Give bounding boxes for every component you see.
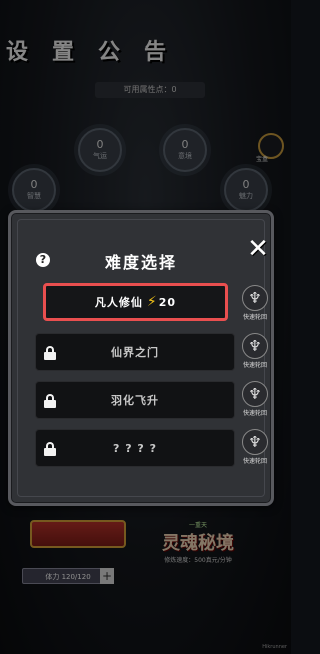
difficulty-option-mortal[interactable]: 凡人修仙 ⚡20	[43, 283, 228, 321]
trident-icon: ♆	[242, 333, 268, 359]
quick-reincarnate-button[interactable]: ♆ 快速轮回	[240, 333, 270, 371]
close-icon[interactable]: ✕	[245, 236, 271, 262]
stamina-cost: 20	[158, 296, 177, 309]
quick-reincarnate-button[interactable]: ♆ 快速轮回	[240, 429, 270, 467]
trident-icon: ♆	[242, 285, 268, 311]
lightning-icon: ⚡	[146, 294, 158, 310]
trident-icon: ♆	[242, 429, 268, 455]
trident-icon: ♆	[242, 381, 268, 407]
difficulty-option-immortal-gate[interactable]: 仙界之门	[35, 333, 235, 371]
modal-title: 难度选择	[104, 253, 177, 272]
quick-reincarnate-button[interactable]: ♆ 快速轮回	[240, 285, 270, 323]
difficulty-label: ? ? ? ?	[112, 442, 157, 455]
difficulty-label: 仙界之门	[111, 346, 159, 359]
difficulty-option-ascension[interactable]: 羽化飞升	[35, 381, 235, 419]
difficulty-modal: ? 难度选择 凡人修仙 ⚡20 ♆ 快速轮回 仙界之门 ♆ 快速轮回 羽化飞升 ♆…	[8, 210, 274, 506]
quick-reincarnate-button[interactable]: ♆ 快速轮回	[240, 381, 270, 419]
difficulty-label: 羽化飞升	[111, 394, 159, 407]
difficulty-label: 凡人修仙 ⚡20	[46, 286, 225, 319]
difficulty-option-unknown[interactable]: ? ? ? ?	[35, 429, 235, 467]
